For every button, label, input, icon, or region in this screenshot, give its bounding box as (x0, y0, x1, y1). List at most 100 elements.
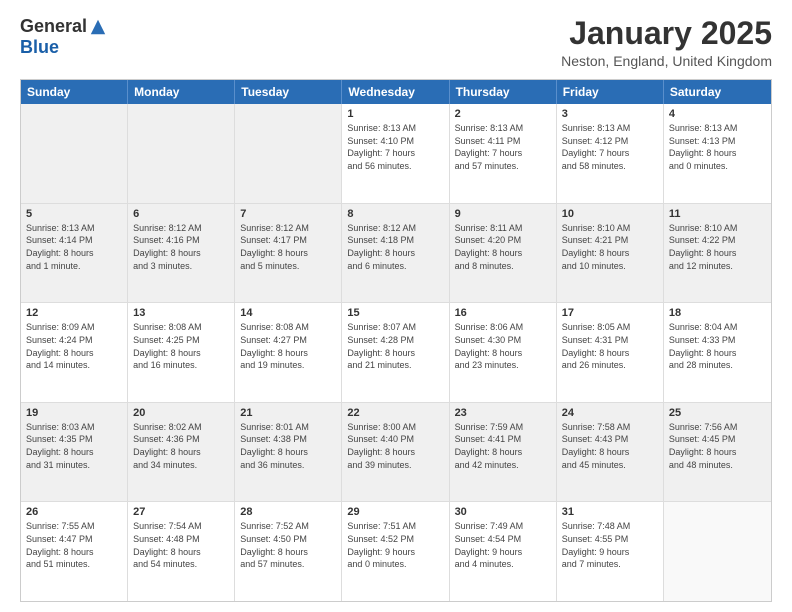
calendar-cell: 8Sunrise: 8:12 AMSunset: 4:18 PMDaylight… (342, 204, 449, 303)
cell-line: Daylight: 7 hours (562, 147, 658, 160)
cell-line: and 19 minutes. (240, 359, 336, 372)
cell-line: Sunrise: 8:12 AM (240, 222, 336, 235)
day-number: 14 (240, 307, 336, 319)
day-number: 1 (347, 108, 443, 120)
cell-line: Sunrise: 8:08 AM (133, 321, 229, 334)
calendar-header: SundayMondayTuesdayWednesdayThursdayFrid… (21, 80, 771, 104)
day-number: 19 (26, 407, 122, 419)
calendar-cell: 30Sunrise: 7:49 AMSunset: 4:54 PMDayligh… (450, 502, 557, 601)
cell-line: Sunrise: 8:12 AM (347, 222, 443, 235)
cell-line: Sunset: 4:13 PM (669, 135, 766, 148)
calendar-cell: 27Sunrise: 7:54 AMSunset: 4:48 PMDayligh… (128, 502, 235, 601)
calendar-cell: 21Sunrise: 8:01 AMSunset: 4:38 PMDayligh… (235, 403, 342, 502)
calendar-cell: 24Sunrise: 7:58 AMSunset: 4:43 PMDayligh… (557, 403, 664, 502)
day-number: 2 (455, 108, 551, 120)
cell-line: Sunset: 4:12 PM (562, 135, 658, 148)
cell-line: Sunrise: 7:52 AM (240, 520, 336, 533)
day-number: 21 (240, 407, 336, 419)
day-number: 17 (562, 307, 658, 319)
calendar-cell (664, 502, 771, 601)
cell-line: Daylight: 8 hours (26, 347, 122, 360)
cell-line: Sunrise: 7:55 AM (26, 520, 122, 533)
cell-line: Sunrise: 8:05 AM (562, 321, 658, 334)
cell-line: Sunrise: 8:08 AM (240, 321, 336, 334)
cell-line: and 12 minutes. (669, 260, 766, 273)
cell-line: and 16 minutes. (133, 359, 229, 372)
day-number: 31 (562, 506, 658, 518)
day-number: 27 (133, 506, 229, 518)
cell-line: Sunset: 4:47 PM (26, 533, 122, 546)
cell-line: Daylight: 7 hours (347, 147, 443, 160)
cell-line: and 21 minutes. (347, 359, 443, 372)
calendar-cell: 14Sunrise: 8:08 AMSunset: 4:27 PMDayligh… (235, 303, 342, 402)
day-number: 29 (347, 506, 443, 518)
header-cell: Thursday (450, 80, 557, 104)
cell-line: and 4 minutes. (455, 558, 551, 571)
logo-icon (89, 18, 107, 36)
logo: General Blue (20, 16, 107, 58)
cell-line: Daylight: 8 hours (133, 247, 229, 260)
cell-line: Sunset: 4:43 PM (562, 433, 658, 446)
cell-line: Sunset: 4:22 PM (669, 234, 766, 247)
cell-line: Sunrise: 8:11 AM (455, 222, 551, 235)
cell-line: Daylight: 8 hours (669, 247, 766, 260)
cell-line: Sunset: 4:24 PM (26, 334, 122, 347)
day-number: 11 (669, 208, 766, 220)
cell-line: Sunset: 4:25 PM (133, 334, 229, 347)
day-number: 26 (26, 506, 122, 518)
cell-line: Sunset: 4:28 PM (347, 334, 443, 347)
cell-line: Daylight: 9 hours (455, 546, 551, 559)
cell-line: Daylight: 8 hours (347, 446, 443, 459)
page: General Blue January 2025 Neston, Englan… (0, 0, 792, 612)
cell-line: Sunrise: 7:48 AM (562, 520, 658, 533)
day-number: 4 (669, 108, 766, 120)
cell-line: Sunrise: 7:49 AM (455, 520, 551, 533)
calendar-cell (128, 104, 235, 203)
cell-line: and 28 minutes. (669, 359, 766, 372)
cell-line: Sunrise: 7:51 AM (347, 520, 443, 533)
cell-line: and 8 minutes. (455, 260, 551, 273)
cell-line: and 34 minutes. (133, 459, 229, 472)
cell-line: Daylight: 8 hours (240, 347, 336, 360)
calendar-cell: 16Sunrise: 8:06 AMSunset: 4:30 PMDayligh… (450, 303, 557, 402)
calendar-cell: 1Sunrise: 8:13 AMSunset: 4:10 PMDaylight… (342, 104, 449, 203)
calendar-cell: 22Sunrise: 8:00 AMSunset: 4:40 PMDayligh… (342, 403, 449, 502)
cell-line: Sunset: 4:18 PM (347, 234, 443, 247)
cell-line: and 0 minutes. (347, 558, 443, 571)
calendar-row: 5Sunrise: 8:13 AMSunset: 4:14 PMDaylight… (21, 203, 771, 303)
cell-line: and 10 minutes. (562, 260, 658, 273)
cell-line: Sunrise: 8:04 AM (669, 321, 766, 334)
day-number: 13 (133, 307, 229, 319)
calendar-row: 1Sunrise: 8:13 AMSunset: 4:10 PMDaylight… (21, 104, 771, 203)
cell-line: Sunset: 4:31 PM (562, 334, 658, 347)
cell-line: Sunrise: 8:09 AM (26, 321, 122, 334)
cell-line: Sunset: 4:17 PM (240, 234, 336, 247)
day-number: 8 (347, 208, 443, 220)
calendar-cell: 9Sunrise: 8:11 AMSunset: 4:20 PMDaylight… (450, 204, 557, 303)
calendar-cell: 6Sunrise: 8:12 AMSunset: 4:16 PMDaylight… (128, 204, 235, 303)
cell-line: Sunset: 4:36 PM (133, 433, 229, 446)
calendar-cell: 17Sunrise: 8:05 AMSunset: 4:31 PMDayligh… (557, 303, 664, 402)
calendar-cell: 12Sunrise: 8:09 AMSunset: 4:24 PMDayligh… (21, 303, 128, 402)
cell-line: Daylight: 8 hours (133, 347, 229, 360)
cell-line: Daylight: 8 hours (133, 446, 229, 459)
day-number: 7 (240, 208, 336, 220)
calendar-cell: 2Sunrise: 8:13 AMSunset: 4:11 PMDaylight… (450, 104, 557, 203)
cell-line: Daylight: 8 hours (26, 546, 122, 559)
cell-line: Sunset: 4:33 PM (669, 334, 766, 347)
cell-line: Sunrise: 8:01 AM (240, 421, 336, 434)
header-cell: Tuesday (235, 80, 342, 104)
calendar-cell: 31Sunrise: 7:48 AMSunset: 4:55 PMDayligh… (557, 502, 664, 601)
cell-line: Daylight: 7 hours (455, 147, 551, 160)
cell-line: Daylight: 9 hours (562, 546, 658, 559)
cell-line: Sunrise: 7:56 AM (669, 421, 766, 434)
cell-line: and 5 minutes. (240, 260, 336, 273)
cell-line: Sunrise: 8:02 AM (133, 421, 229, 434)
calendar-cell: 10Sunrise: 8:10 AMSunset: 4:21 PMDayligh… (557, 204, 664, 303)
cell-line: and 26 minutes. (562, 359, 658, 372)
day-number: 5 (26, 208, 122, 220)
logo-general: General (20, 16, 87, 37)
calendar-body: 1Sunrise: 8:13 AMSunset: 4:10 PMDaylight… (21, 104, 771, 601)
calendar-cell: 4Sunrise: 8:13 AMSunset: 4:13 PMDaylight… (664, 104, 771, 203)
cell-line: Sunrise: 8:13 AM (347, 122, 443, 135)
